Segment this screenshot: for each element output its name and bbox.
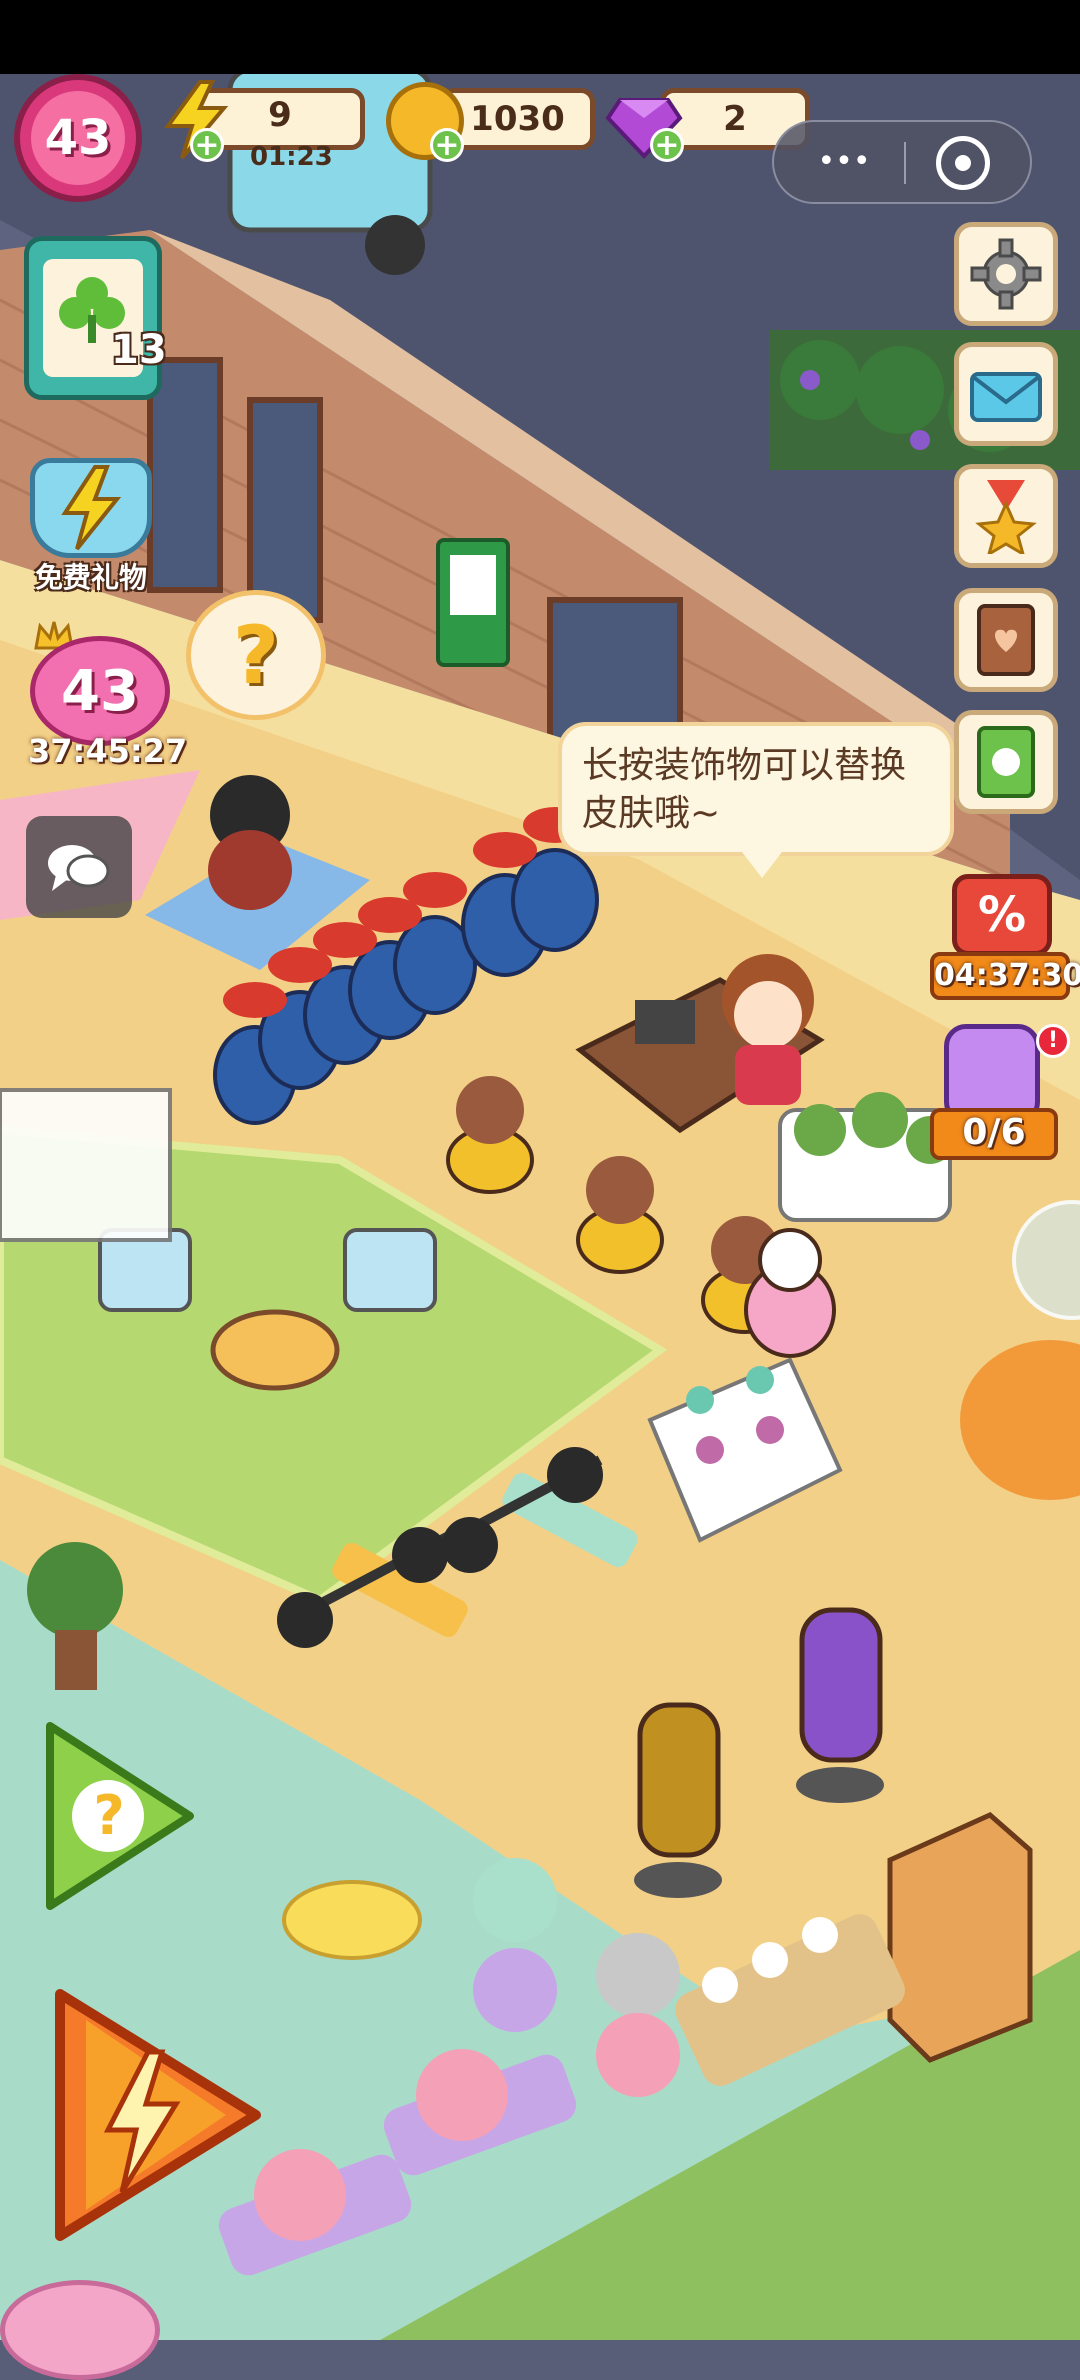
capsule-divider: [904, 142, 906, 184]
free-gift-button[interactable]: 免费礼物: [16, 448, 166, 598]
close-miniprogram-button[interactable]: [936, 136, 990, 190]
guide-book-button[interactable]: [954, 710, 1058, 814]
sale-badge-text: %: [977, 887, 1027, 943]
phone-status-bar: [0, 0, 1080, 74]
boost-button[interactable]: [30, 1980, 270, 2250]
event-orb: 43: [30, 636, 170, 746]
settings-button[interactable]: [954, 222, 1058, 326]
event-timer: 37:45:27: [28, 732, 188, 770]
sale-pack-button[interactable]: % 04:37:30: [930, 874, 1080, 1002]
clover-count: 13: [111, 327, 167, 373]
jar-alert-badge: !: [1036, 1024, 1070, 1058]
coin-value: 1030: [470, 99, 565, 139]
event-level-number: 43: [61, 658, 139, 724]
sale-timer: 04:37:30: [934, 958, 1080, 993]
task-clipboard-button[interactable]: 13: [24, 236, 167, 400]
level-badge[interactable]: 43: [14, 74, 142, 202]
mail-icon: [970, 372, 1042, 422]
gift-basket-icon: [30, 458, 152, 558]
collection-book-button[interactable]: [954, 588, 1058, 692]
medal-icon: [975, 480, 1037, 554]
book-icon: [977, 604, 1035, 676]
mail-button[interactable]: [954, 342, 1058, 446]
close-dot-icon: [955, 155, 971, 171]
gem-value: 2: [723, 99, 747, 139]
free-gift-label: 免费礼物: [34, 561, 147, 594]
sale-tag-icon: %: [952, 874, 1052, 956]
chat-button[interactable]: [26, 816, 132, 918]
pink-floor-medallion: [0, 2280, 160, 2380]
quest-thought-bubble[interactable]: ?: [186, 590, 326, 720]
mystery-question-icon: ?: [93, 1784, 125, 1847]
event-level-button[interactable]: 43 37:45:27: [20, 620, 187, 770]
add-energy-button[interactable]: +: [190, 128, 224, 162]
add-gems-button[interactable]: +: [650, 128, 684, 162]
miniprogram-capsule: •••: [772, 120, 1032, 204]
level-number: 43: [44, 110, 112, 166]
hint-text: 长按装饰物可以替换皮肤哦~: [582, 745, 907, 834]
energy-value: 9: [268, 95, 292, 135]
guide-book-icon: [977, 726, 1035, 798]
energy-timer: 01:23: [250, 142, 333, 172]
decoration-hint-bubble: 长按装饰物可以替换皮肤哦~: [558, 722, 954, 878]
achievement-button[interactable]: [954, 464, 1058, 568]
collect-jar-button[interactable]: ! 0/6: [926, 1024, 1074, 1164]
add-coins-button[interactable]: +: [430, 128, 464, 162]
question-icon: ?: [232, 608, 280, 702]
chat-icon: [48, 845, 110, 891]
mystery-button[interactable]: ?: [30, 1716, 200, 1916]
jar-progress-text: 0/6: [962, 1112, 1026, 1153]
gear-icon: [970, 238, 1042, 310]
more-options-button[interactable]: •••: [804, 134, 884, 190]
